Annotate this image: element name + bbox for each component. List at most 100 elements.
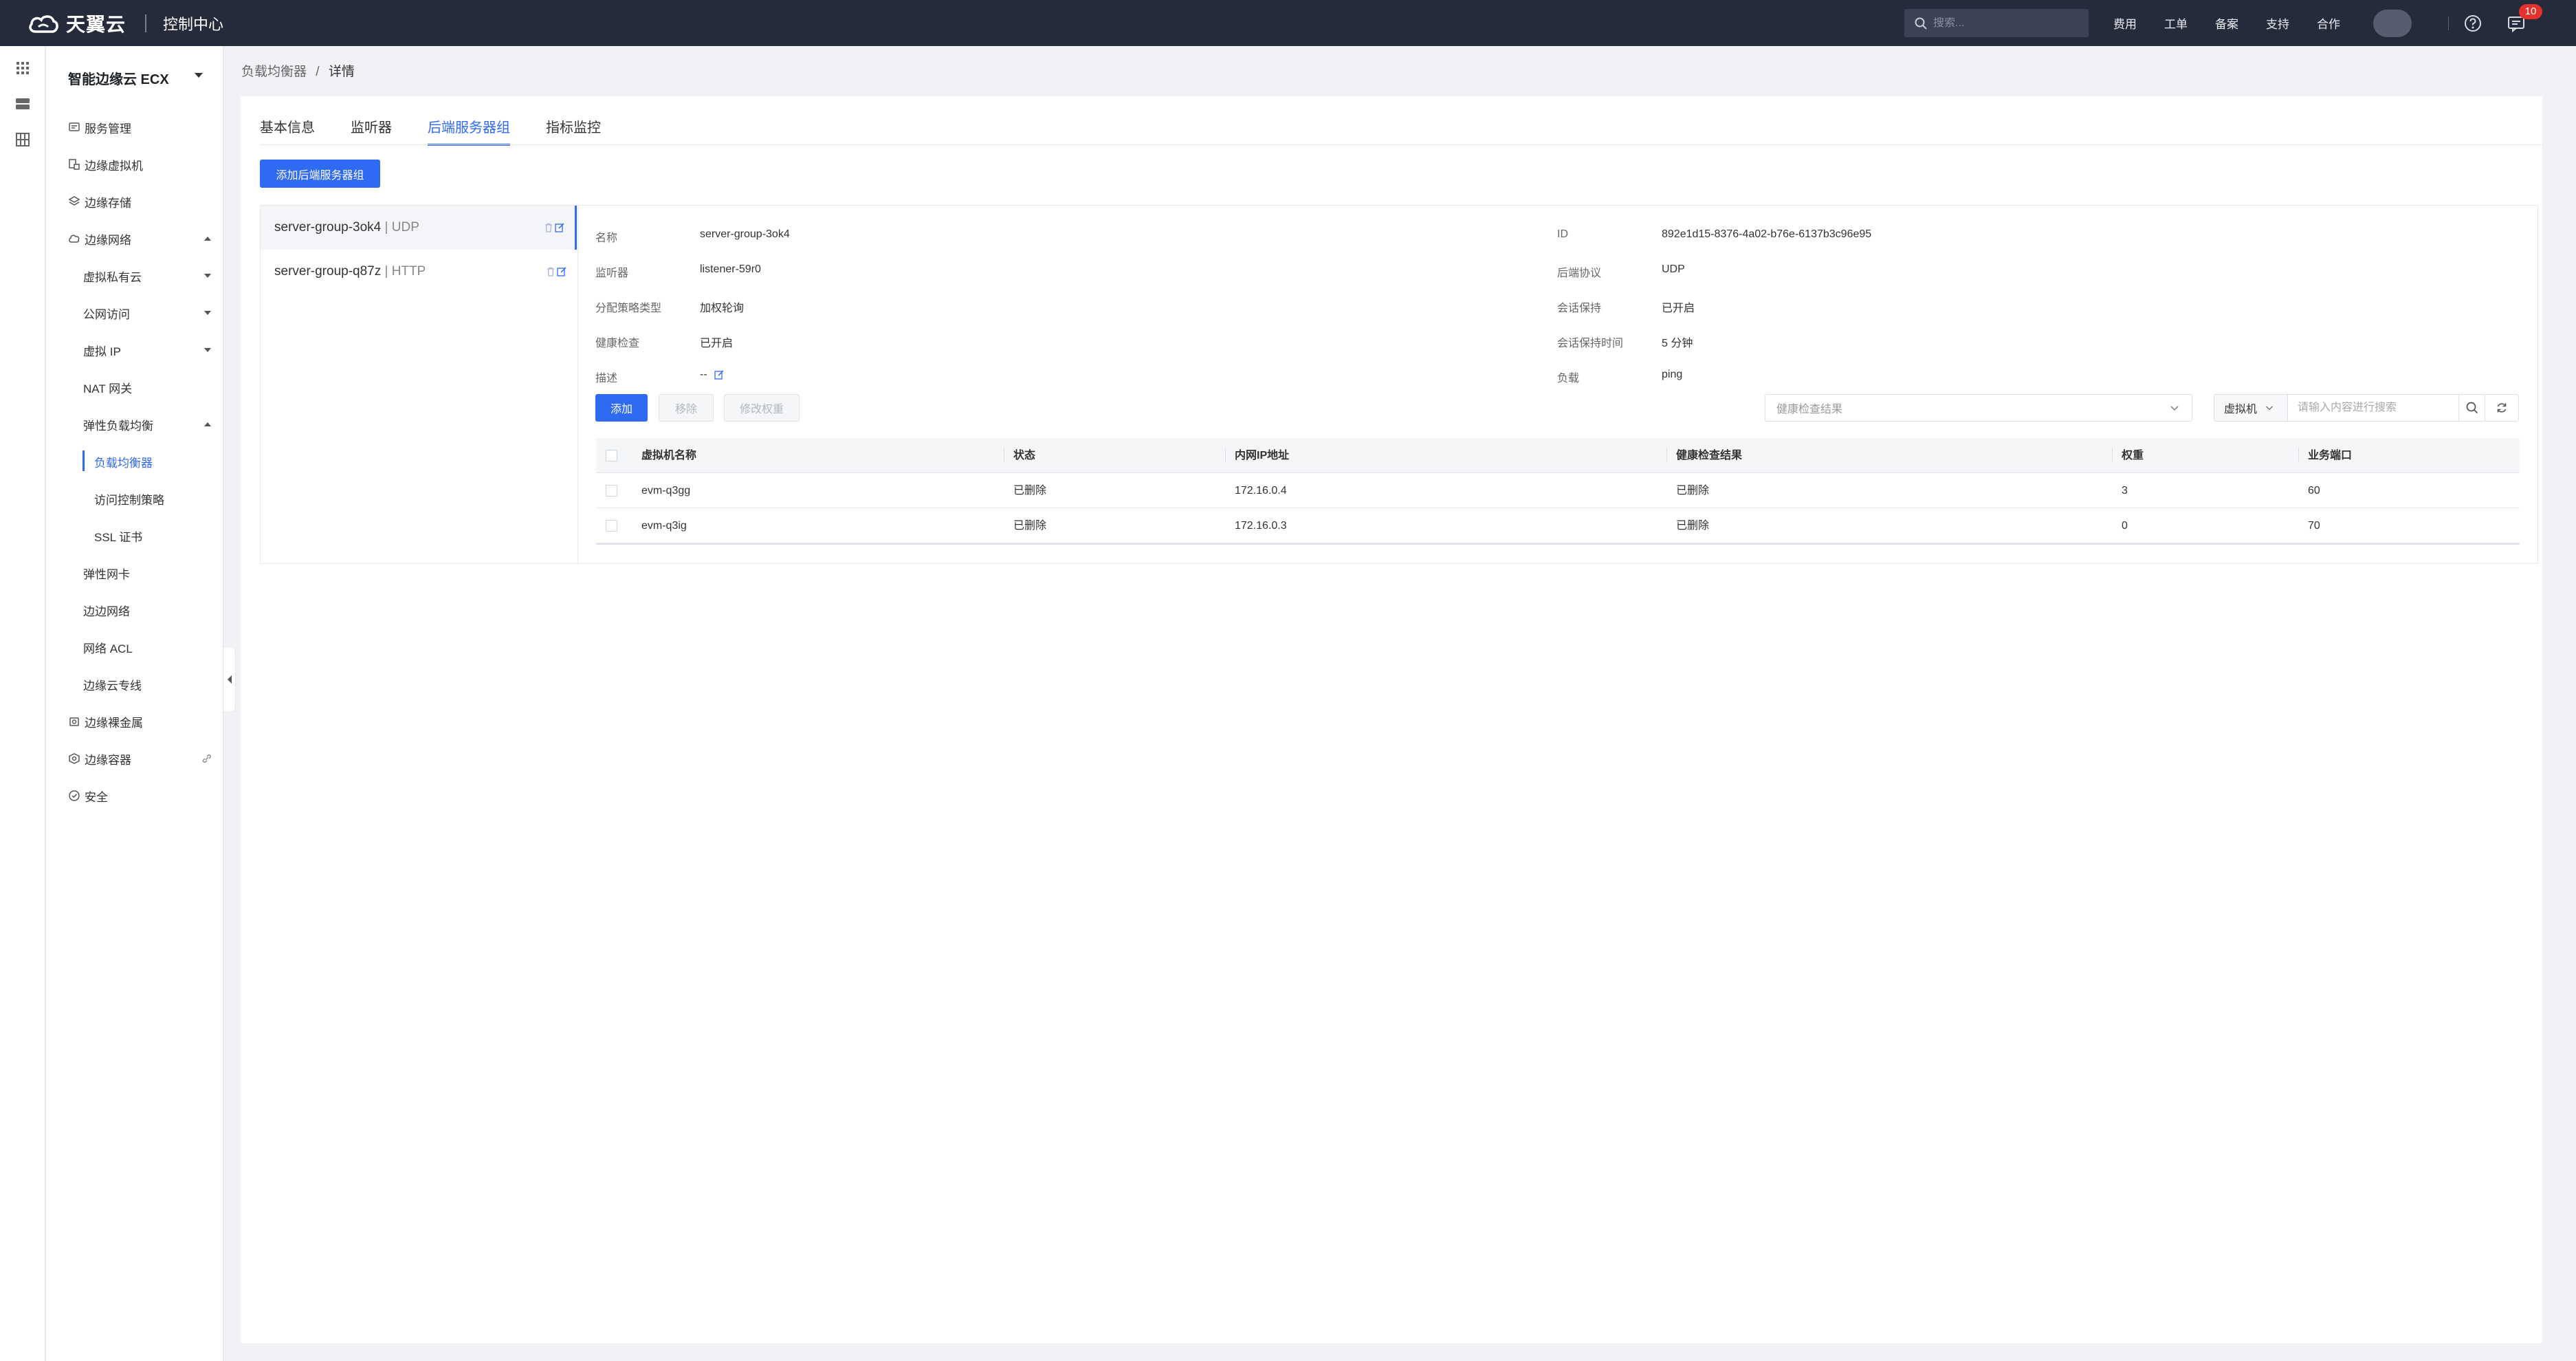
sidebar-item-elastic-nic[interactable]: 弹性网卡	[46, 559, 223, 587]
chevron-down-icon	[204, 311, 211, 315]
sidebar-item-label: 访问控制策略	[94, 493, 164, 507]
chevron-up-icon	[204, 237, 211, 241]
field-label: 分配策略类型	[595, 303, 662, 314]
sidebar-item-nat-gateway[interactable]: NAT 网关	[46, 373, 223, 401]
sidebar-item-edge-storage[interactable]: 边缘存储	[46, 188, 223, 215]
field-value: 加权轮询	[700, 303, 745, 314]
select-all-checkbox[interactable]	[606, 450, 617, 461]
bare-metal-icon	[69, 717, 79, 726]
remove-vm-button[interactable]: 移除	[659, 394, 714, 422]
vm-weight: 0	[2122, 520, 2128, 532]
chevron-down-icon	[2170, 406, 2179, 411]
edit-description-icon[interactable]	[714, 369, 725, 380]
health-check-filter[interactable]: 健康检查结果	[1765, 394, 2192, 422]
server-stack-icon[interactable]	[14, 96, 31, 112]
field-label: 负载	[1557, 373, 1580, 384]
sidebar-item-elb[interactable]: 弹性负载均衡	[46, 411, 223, 438]
top-link-partner[interactable]: 合作	[2317, 14, 2340, 32]
add-vm-button[interactable]: 添加	[595, 394, 648, 422]
top-bar: 天翼云 控制中心 费用 工单 备案 支持 合作 10	[0, 0, 2576, 46]
table-header: 虚拟机名称 状态 内网IP地址 健康检查结果 权重 业务端口	[596, 438, 2520, 473]
message-count-badge: 10	[2519, 4, 2542, 19]
table-scrollbar[interactable]	[596, 543, 2520, 545]
console-title[interactable]: 控制中心	[163, 12, 223, 34]
vm-search-input[interactable]	[2288, 402, 2425, 414]
chevron-down-icon	[204, 348, 211, 352]
row-checkbox[interactable]	[606, 485, 617, 497]
column-header: 健康检查结果	[1676, 450, 1743, 461]
top-link-billing[interactable]: 费用	[2113, 14, 2137, 32]
field-label: 名称	[595, 232, 618, 244]
sidebar-item-bare-metal[interactable]: 边缘裸金属	[46, 708, 223, 735]
table-row: evm-q3ig 已删除 172.16.0.3 已删除 0 70	[596, 508, 2520, 543]
external-link-icon[interactable]	[201, 753, 212, 764]
product-title[interactable]: 智能边缘云 ECX	[68, 68, 169, 88]
global-search-input[interactable]	[1933, 17, 2071, 30]
tabs-divider	[260, 144, 2542, 145]
field-value: --	[700, 369, 707, 380]
field-value: server-group-3ok4	[700, 228, 790, 240]
tab-metrics[interactable]: 指标监控	[546, 116, 601, 146]
edit-weight-button[interactable]: 修改权重	[724, 394, 800, 422]
add-backend-group-button[interactable]: 添加后端服务器组	[260, 160, 380, 188]
sidebar-collapse-handle[interactable]	[223, 646, 236, 712]
sidebar-item-label: 虚拟私有云	[83, 270, 142, 284]
sidebar-item-container[interactable]: 边缘容器	[46, 745, 223, 772]
delete-icon[interactable]	[543, 222, 554, 233]
chevron-down-icon	[204, 274, 211, 278]
refresh-button[interactable]	[2485, 394, 2519, 422]
container-icon	[69, 753, 80, 764]
search-field-select[interactable]: 虚拟机	[2214, 394, 2288, 422]
top-link-filing[interactable]: 备案	[2215, 14, 2238, 32]
delete-icon[interactable]	[545, 266, 556, 277]
sidebar-item-edge-network[interactable]: 边缘网络	[46, 225, 223, 252]
health-check-filter-placeholder: 健康检查结果	[1776, 404, 1843, 415]
row-checkbox[interactable]	[606, 520, 617, 532]
server-group-item[interactable]: server-group-q87z | HTTP	[261, 250, 577, 294]
sidebar-item-security[interactable]: 安全	[46, 782, 223, 809]
sidebar-item-access-control[interactable]: 访问控制策略	[46, 485, 223, 512]
server-group-separator: |	[381, 220, 392, 235]
edit-icon[interactable]	[556, 266, 567, 277]
sidebar-item-label: SSL 证书	[94, 530, 143, 544]
edit-icon[interactable]	[554, 222, 565, 233]
column-separator	[2298, 448, 2299, 463]
sidebar-item-label: 负载均衡器	[94, 456, 153, 470]
sidebar-item-load-balancer[interactable]: 负载均衡器	[46, 448, 223, 475]
server-group-protocol: HTTP	[391, 264, 426, 279]
top-link-ticket[interactable]: 工单	[2164, 14, 2188, 32]
sidebar-item-ssl-cert[interactable]: SSL 证书	[46, 522, 223, 549]
sidebar-item-virtual-ip[interactable]: 虚拟 IP	[46, 336, 223, 364]
breadcrumb-parent[interactable]: 负载均衡器	[241, 65, 307, 79]
breadcrumb-current: 详情	[328, 65, 355, 79]
product-catalog-icon[interactable]	[14, 131, 31, 148]
sidebar-item-network-acl[interactable]: 网络 ACL	[46, 633, 223, 661]
tab-listeners[interactable]: 监听器	[351, 116, 392, 146]
chevron-down-icon[interactable]	[195, 73, 203, 78]
tab-backend-groups[interactable]: 后端服务器组	[428, 116, 510, 146]
sidebar-item-service-mgmt[interactable]: 服务管理	[46, 113, 223, 141]
sidebar-item-edge-to-edge[interactable]: 边边网络	[46, 596, 223, 624]
vm-search-button[interactable]	[2458, 394, 2486, 422]
sidebar-item-label: 服务管理	[85, 122, 131, 135]
global-search[interactable]	[1904, 9, 2089, 37]
grid-menu-icon[interactable]	[14, 60, 31, 76]
sidebar-item-edge-cloud-line[interactable]: 边缘云专线	[46, 671, 223, 698]
server-group-item[interactable]: server-group-3ok4 | UDP	[261, 206, 577, 250]
server-group-separator: |	[381, 264, 392, 279]
logo[interactable]: 天翼云	[27, 10, 126, 37]
chevron-left-icon	[227, 675, 232, 684]
tab-basic-info[interactable]: 基本信息	[260, 116, 315, 146]
top-link-support[interactable]: 支持	[2266, 14, 2289, 32]
sidebar-item-public-access[interactable]: 公网访问	[46, 299, 223, 327]
vm-health-result: 已删除	[1676, 485, 1710, 497]
help-icon[interactable]	[2463, 14, 2483, 33]
sidebar-item-vpc[interactable]: 虚拟私有云	[46, 262, 223, 290]
sidebar-item-edge-vm[interactable]: 边缘虚拟机	[46, 151, 223, 178]
sidebar-item-label: 边缘存储	[85, 196, 131, 210]
logo-text: 天翼云	[66, 13, 126, 35]
user-avatar[interactable]	[2373, 10, 2412, 37]
server-group-name: server-group-q87z	[274, 264, 382, 279]
side-nav: 智能边缘云 ECX 服务管理 边缘虚拟机 边缘存储 边缘网络 虚拟私有云 公网访…	[46, 46, 223, 1361]
vm-private-ip: 172.16.0.3	[1235, 520, 1287, 532]
